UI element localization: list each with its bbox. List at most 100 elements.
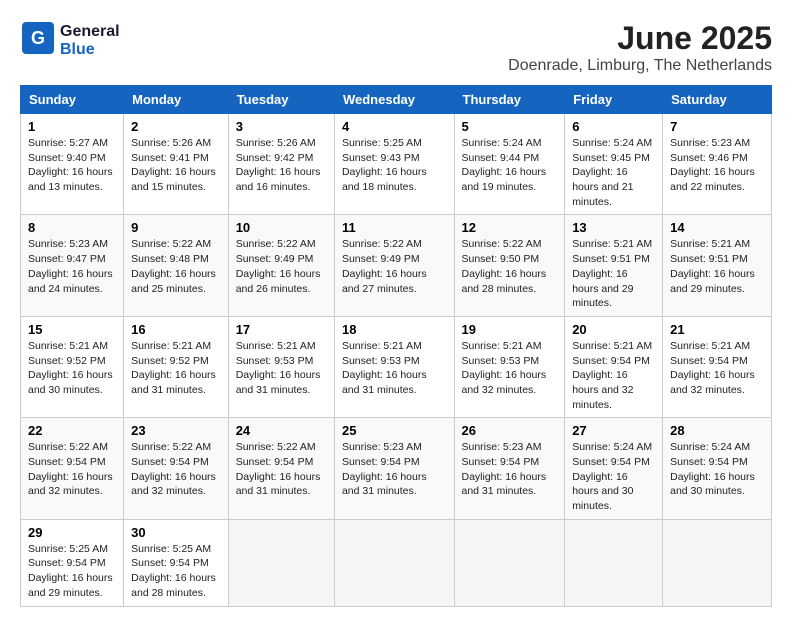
header-cell-monday: Monday — [124, 86, 229, 114]
calendar-table: SundayMondayTuesdayWednesdayThursdayFrid… — [20, 85, 772, 607]
header: G General Blue June 2025 Doenrade, Limbu… — [20, 20, 772, 75]
day-cell: 29 Sunrise: 5:25 AMSunset: 9:54 PMDaylig… — [21, 519, 124, 606]
day-info: Sunrise: 5:22 AMSunset: 9:48 PMDaylight:… — [131, 237, 221, 296]
daylight-label: Daylight: — [131, 471, 172, 483]
day-number: 6 — [572, 119, 655, 134]
day-number: 9 — [131, 220, 221, 235]
daylight-label: Daylight: — [131, 268, 172, 280]
day-cell: 6 Sunrise: 5:24 AMSunset: 9:45 PMDayligh… — [565, 114, 663, 215]
day-info: Sunrise: 5:27 AMSunset: 9:40 PMDaylight:… — [28, 136, 116, 195]
day-number: 12 — [462, 220, 558, 235]
logo-icon: G — [20, 20, 56, 61]
day-info: Sunrise: 5:24 AMSunset: 9:44 PMDaylight:… — [462, 136, 558, 195]
day-info: Sunrise: 5:21 AMSunset: 9:52 PMDaylight:… — [28, 339, 116, 398]
day-cell: 15 Sunrise: 5:21 AMSunset: 9:52 PMDaylig… — [21, 316, 124, 417]
day-cell — [228, 519, 334, 606]
header-cell-saturday: Saturday — [663, 86, 772, 114]
day-cell: 20 Sunrise: 5:21 AMSunset: 9:54 PMDaylig… — [565, 316, 663, 417]
daylight-label: Daylight: — [28, 572, 69, 584]
daylight-label: Daylight: — [131, 572, 172, 584]
day-cell — [565, 519, 663, 606]
day-info: Sunrise: 5:21 AMSunset: 9:52 PMDaylight:… — [131, 339, 221, 398]
day-number: 10 — [236, 220, 327, 235]
day-number: 24 — [236, 423, 327, 438]
daylight-label: Daylight: — [462, 166, 503, 178]
daylight-label: Daylight: — [670, 166, 711, 178]
day-info: Sunrise: 5:22 AMSunset: 9:54 PMDaylight:… — [236, 440, 327, 499]
week-row-1: 1 Sunrise: 5:27 AMSunset: 9:40 PMDayligh… — [21, 114, 772, 215]
day-number: 21 — [670, 322, 764, 337]
day-number: 11 — [342, 220, 447, 235]
daylight-label: Daylight: — [670, 268, 711, 280]
day-number: 28 — [670, 423, 764, 438]
daylight-label: Daylight: — [28, 268, 69, 280]
day-info: Sunrise: 5:26 AMSunset: 9:41 PMDaylight:… — [131, 136, 221, 195]
day-number: 23 — [131, 423, 221, 438]
day-info: Sunrise: 5:22 AMSunset: 9:54 PMDaylight:… — [131, 440, 221, 499]
day-cell: 23 Sunrise: 5:22 AMSunset: 9:54 PMDaylig… — [124, 418, 229, 519]
day-info: Sunrise: 5:21 AMSunset: 9:53 PMDaylight:… — [342, 339, 447, 398]
daylight-label: Daylight: — [572, 268, 613, 280]
week-row-2: 8 Sunrise: 5:23 AMSunset: 9:47 PMDayligh… — [21, 215, 772, 316]
day-number: 8 — [28, 220, 116, 235]
day-cell: 21 Sunrise: 5:21 AMSunset: 9:54 PMDaylig… — [663, 316, 772, 417]
daylight-label: Daylight: — [572, 369, 613, 381]
day-cell: 11 Sunrise: 5:22 AMSunset: 9:49 PMDaylig… — [334, 215, 454, 316]
daylight-label: Daylight: — [572, 166, 613, 178]
header-row: SundayMondayTuesdayWednesdayThursdayFrid… — [21, 86, 772, 114]
day-info: Sunrise: 5:22 AMSunset: 9:49 PMDaylight:… — [342, 237, 447, 296]
day-info: Sunrise: 5:23 AMSunset: 9:54 PMDaylight:… — [342, 440, 447, 499]
day-cell: 19 Sunrise: 5:21 AMSunset: 9:53 PMDaylig… — [454, 316, 565, 417]
daylight-label: Daylight: — [236, 471, 277, 483]
daylight-label: Daylight: — [236, 369, 277, 381]
week-row-5: 29 Sunrise: 5:25 AMSunset: 9:54 PMDaylig… — [21, 519, 772, 606]
day-info: Sunrise: 5:21 AMSunset: 9:51 PMDaylight:… — [572, 237, 655, 310]
day-info: Sunrise: 5:26 AMSunset: 9:42 PMDaylight:… — [236, 136, 327, 195]
day-number: 29 — [28, 525, 116, 540]
day-info: Sunrise: 5:24 AMSunset: 9:54 PMDaylight:… — [670, 440, 764, 499]
day-number: 3 — [236, 119, 327, 134]
daylight-label: Daylight: — [342, 369, 383, 381]
day-info: Sunrise: 5:25 AMSunset: 9:43 PMDaylight:… — [342, 136, 447, 195]
day-cell: 18 Sunrise: 5:21 AMSunset: 9:53 PMDaylig… — [334, 316, 454, 417]
day-info: Sunrise: 5:24 AMSunset: 9:45 PMDaylight:… — [572, 136, 655, 209]
day-info: Sunrise: 5:21 AMSunset: 9:54 PMDaylight:… — [572, 339, 655, 412]
day-info: Sunrise: 5:21 AMSunset: 9:54 PMDaylight:… — [670, 339, 764, 398]
day-cell: 22 Sunrise: 5:22 AMSunset: 9:54 PMDaylig… — [21, 418, 124, 519]
day-info: Sunrise: 5:22 AMSunset: 9:54 PMDaylight:… — [28, 440, 116, 499]
main-title: June 2025 — [508, 20, 772, 57]
day-number: 18 — [342, 322, 447, 337]
header-cell-tuesday: Tuesday — [228, 86, 334, 114]
svg-text:G: G — [31, 28, 45, 48]
daylight-label: Daylight: — [28, 166, 69, 178]
day-number: 30 — [131, 525, 221, 540]
daylight-label: Daylight: — [236, 268, 277, 280]
week-row-4: 22 Sunrise: 5:22 AMSunset: 9:54 PMDaylig… — [21, 418, 772, 519]
day-cell — [454, 519, 565, 606]
day-cell: 30 Sunrise: 5:25 AMSunset: 9:54 PMDaylig… — [124, 519, 229, 606]
day-info: Sunrise: 5:21 AMSunset: 9:53 PMDaylight:… — [236, 339, 327, 398]
logo-general: General — [60, 23, 120, 41]
day-number: 1 — [28, 119, 116, 134]
day-cell: 10 Sunrise: 5:22 AMSunset: 9:49 PMDaylig… — [228, 215, 334, 316]
day-info: Sunrise: 5:21 AMSunset: 9:53 PMDaylight:… — [462, 339, 558, 398]
daylight-label: Daylight: — [342, 471, 383, 483]
day-number: 7 — [670, 119, 764, 134]
day-info: Sunrise: 5:21 AMSunset: 9:51 PMDaylight:… — [670, 237, 764, 296]
day-cell: 4 Sunrise: 5:25 AMSunset: 9:43 PMDayligh… — [334, 114, 454, 215]
day-cell: 7 Sunrise: 5:23 AMSunset: 9:46 PMDayligh… — [663, 114, 772, 215]
daylight-label: Daylight: — [342, 268, 383, 280]
day-number: 22 — [28, 423, 116, 438]
day-number: 16 — [131, 322, 221, 337]
day-info: Sunrise: 5:23 AMSunset: 9:46 PMDaylight:… — [670, 136, 764, 195]
subtitle: Doenrade, Limburg, The Netherlands — [508, 57, 772, 75]
day-number: 25 — [342, 423, 447, 438]
day-number: 5 — [462, 119, 558, 134]
day-cell: 8 Sunrise: 5:23 AMSunset: 9:47 PMDayligh… — [21, 215, 124, 316]
daylight-label: Daylight: — [572, 471, 613, 483]
daylight-label: Daylight: — [342, 166, 383, 178]
day-info: Sunrise: 5:24 AMSunset: 9:54 PMDaylight:… — [572, 440, 655, 513]
daylight-label: Daylight: — [670, 471, 711, 483]
day-cell: 25 Sunrise: 5:23 AMSunset: 9:54 PMDaylig… — [334, 418, 454, 519]
daylight-label: Daylight: — [131, 166, 172, 178]
